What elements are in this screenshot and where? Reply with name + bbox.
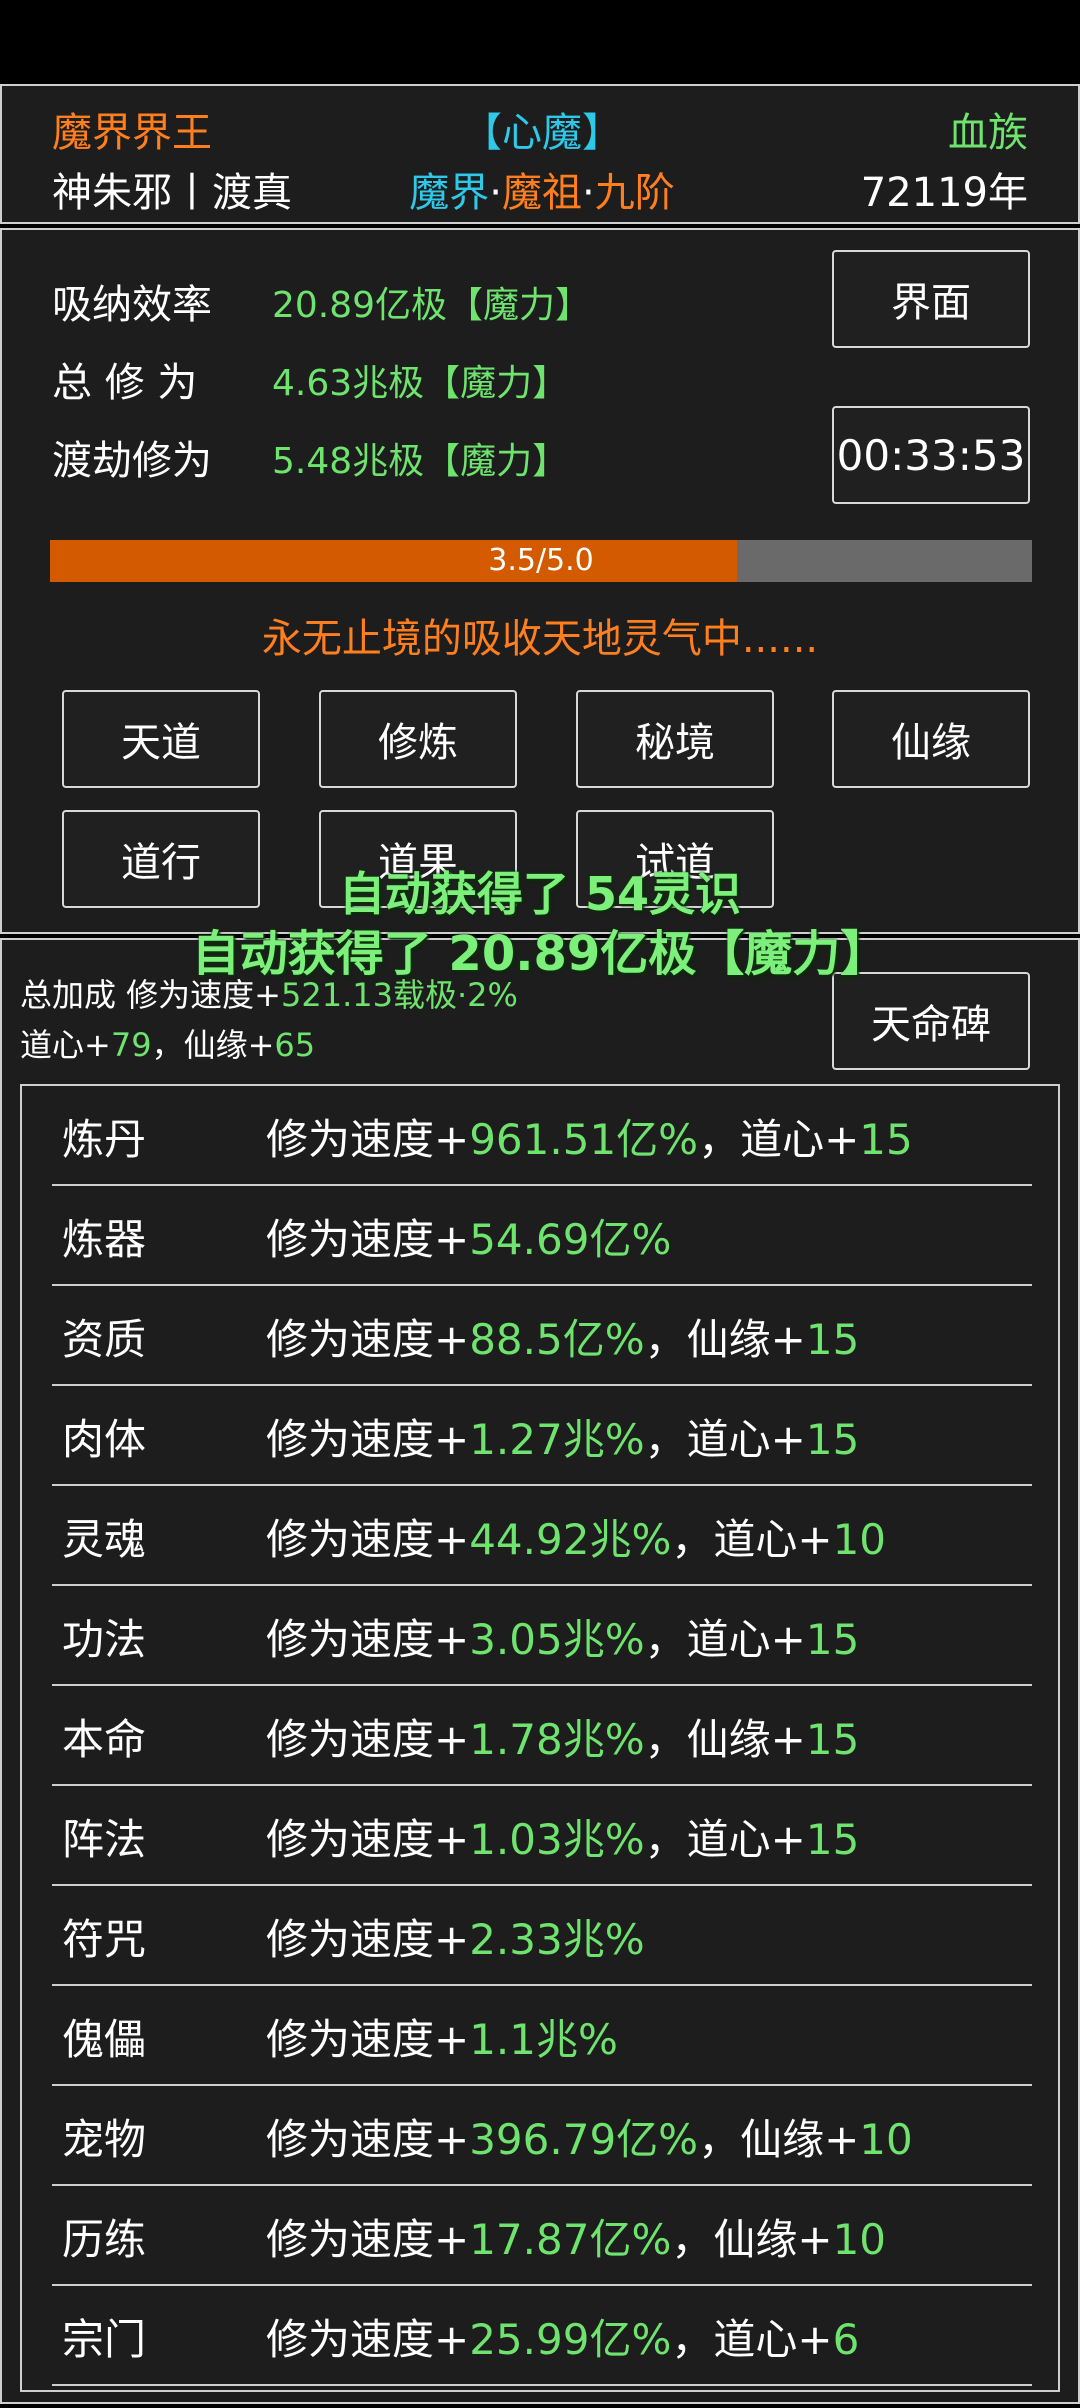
list-item-formation[interactable]: 阵法 修为速度+1.03兆%，道心+15	[52, 1786, 1032, 1886]
row-name: 灵魂	[62, 1515, 147, 1564]
row-effect: 修为速度+54.69亿%	[266, 1215, 672, 1264]
total-cultivation-value: 4.63兆极【魔力】	[272, 363, 569, 404]
timer-display: 00:33:53	[832, 406, 1030, 504]
row-name: 阵法	[62, 1815, 147, 1864]
row-effect: 修为速度+396.79亿%，仙缘+10	[266, 2115, 913, 2164]
row-effect: 修为速度+17.87亿%，仙缘+10	[266, 2215, 887, 2264]
stage-sep-1: ·	[489, 170, 502, 216]
race-label: 血族	[948, 110, 1028, 156]
list-item-body[interactable]: 肉体 修为速度+1.27兆%，道心+15	[52, 1386, 1032, 1486]
list-item-refining[interactable]: 炼器 修为速度+54.69亿%	[52, 1186, 1032, 1286]
cultivate-button[interactable]: 修炼	[319, 690, 517, 788]
row-effect: 修为速度+1.27兆%，道心+15	[266, 1415, 860, 1464]
row-name: 炼器	[62, 1215, 147, 1264]
row-effect: 修为速度+25.99亿%，道心+6	[266, 2315, 860, 2364]
row-effect: 修为速度+1.03兆%，道心+15	[266, 1815, 860, 1864]
row-effect: 修为速度+3.05兆%，道心+15	[266, 1615, 860, 1664]
row-effect: 修为速度+1.1兆%	[266, 2015, 618, 2064]
header-panel: 魔界界王 【心魔】 血族 神朱邪丨渡真 魔界·魔祖·九阶 72119年	[0, 84, 1080, 224]
inner-demon-label: 【心魔】	[462, 110, 622, 156]
row-name: 傀儡	[62, 2015, 147, 2064]
secret-realm-button[interactable]: 秘境	[576, 690, 774, 788]
stage-sep-2: ·	[582, 170, 595, 216]
stats-panel: 吸纳效率 20.89亿极【魔力】 总 修 为 4.63兆极【魔力】 渡劫修为 5…	[0, 228, 1080, 934]
stage-part-3: 九阶	[594, 170, 675, 216]
list-item-talisman[interactable]: 符咒 修为速度+2.33兆%	[52, 1886, 1032, 1986]
list-item-aptitude[interactable]: 资质 修为速度+88.5亿%，仙缘+15	[52, 1286, 1032, 1386]
bonus-separator: ，	[151, 1026, 184, 1064]
row-name: 肉体	[62, 1415, 147, 1464]
status-message: 永无止境的吸收天地灵气中......	[261, 616, 819, 662]
row-name: 宠物	[62, 2115, 147, 2164]
interface-button[interactable]: 界面	[832, 250, 1030, 348]
row-name: 宗门	[62, 2315, 147, 2364]
row-name: 本命	[62, 1715, 147, 1764]
row-name: 历练	[62, 2215, 147, 2264]
list-item-sect[interactable]: 宗门 修为速度+25.99亿%，道心+6	[52, 2286, 1032, 2386]
immortal-fate-button[interactable]: 仙缘	[832, 690, 1030, 788]
tiandao-button[interactable]: 天道	[62, 690, 260, 788]
row-name: 功法	[62, 1615, 147, 1664]
list-item-puppet[interactable]: 傀儡 修为速度+1.1兆%	[52, 1986, 1032, 2086]
row-effect: 修为速度+2.33兆%	[266, 1915, 645, 1964]
progress-bar-text: 3.5/5.0	[488, 543, 594, 578]
immortal-fate-value: 65	[274, 1026, 316, 1064]
immortal-fate-label: 仙缘+	[183, 1026, 275, 1064]
tribulation-label: 渡劫修为	[52, 438, 212, 484]
bonus-rows-list: 炼丹 修为速度+961.51亿%，道心+15 炼器 修为速度+54.69亿% 资…	[20, 1084, 1060, 2392]
row-effect: 修为速度+44.92兆%，道心+10	[266, 1515, 887, 1564]
row-name: 资质	[62, 1315, 147, 1364]
dao-heart-fate-line: 道心+79，仙缘+65	[20, 1020, 315, 1066]
row-effect: 修为速度+88.5亿%，仙缘+15	[266, 1315, 860, 1364]
age-label: 72119年	[860, 170, 1028, 216]
tribulation-value: 5.48兆极【魔力】	[272, 441, 569, 482]
absorb-rate-label: 吸纳效率	[52, 282, 212, 328]
list-item-pet[interactable]: 宠物 修为速度+396.79亿%，仙缘+10	[52, 2086, 1032, 2186]
cultivation-progress-bar: 3.5/5.0	[50, 540, 1032, 582]
list-item-experience[interactable]: 历练 修为速度+17.87亿%，仙缘+10	[52, 2186, 1032, 2286]
dao-heart-value: 79	[110, 1026, 152, 1064]
row-effect: 修为速度+1.78兆%，仙缘+15	[266, 1715, 860, 1764]
list-item-natal[interactable]: 本命 修为速度+1.78兆%，仙缘+15	[52, 1686, 1032, 1786]
list-item-technique[interactable]: 功法 修为速度+3.05兆%，道心+15	[52, 1586, 1032, 1686]
stage-part-2: 魔祖	[502, 170, 582, 216]
row-name: 炼丹	[62, 1115, 147, 1164]
top-black-bar	[0, 0, 1080, 84]
stage-part-1: 魔界	[409, 170, 490, 216]
row-effect: 修为速度+961.51亿%，道心+15	[266, 1115, 913, 1164]
toast-notification-2: 自动获得了 20.89亿极【魔力】	[191, 926, 889, 982]
total-cultivation-label: 总 修 为	[52, 360, 198, 406]
tianming-stele-button[interactable]: 天命碑	[832, 972, 1030, 1070]
dao-heart-label: 道心+	[20, 1026, 111, 1064]
absorb-rate-value: 20.89亿极【魔力】	[272, 285, 592, 326]
list-item-soul[interactable]: 灵魂 修为速度+44.92兆%，道心+10	[52, 1486, 1032, 1586]
list-item-alchemy[interactable]: 炼丹 修为速度+961.51亿%，道心+15	[52, 1086, 1032, 1186]
row-name: 符咒	[62, 1915, 147, 1964]
